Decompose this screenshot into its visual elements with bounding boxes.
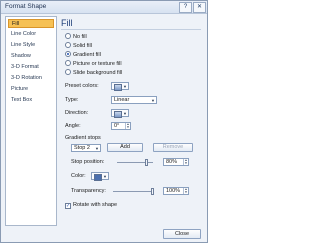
format-shape-dialog: Format Shape ? ✕ Fill Line Color Line St… [0,0,208,243]
angle-label: Angle: [65,123,81,129]
stop-position-value: 80% [166,159,178,165]
remove-stop-button[interactable]: Remove [153,143,193,152]
sidebar-item-picture[interactable]: Picture [8,85,54,94]
gradient-fill-label: Gradient fill [73,52,101,58]
add-stop-button[interactable]: Add [107,143,143,152]
slide-background-fill-label: Slide background fill [73,70,123,76]
spin-arrows-icon[interactable]: ▲ ▼ [125,123,130,129]
direction-swatch-icon [114,111,122,118]
slide-background-fill-radio[interactable]: Slide background fill [65,69,122,76]
type-label: Type: [65,97,79,103]
transparency-slider[interactable] [113,191,153,192]
radio-icon [65,42,71,48]
color-button[interactable]: ▼ [91,172,109,181]
stop-position-thumb[interactable] [144,159,148,166]
chevron-down-icon: ▼ [95,146,99,151]
transparency-thumb[interactable] [151,188,154,195]
angle-value: 0° [114,123,120,129]
sidebar-item-text-box[interactable]: Text Box [8,96,54,105]
solid-fill-radio[interactable]: Solid fill [65,42,92,49]
stop-position-label: Stop position: [71,159,105,165]
help-button[interactable]: ? [179,2,192,13]
rotate-with-shape-label: Rotate with shape [73,202,118,208]
sidebar-item-3d-format[interactable]: 3-D Format [8,63,54,72]
gradient-swatch-icon [114,84,122,91]
transparency-label: Transparency: [71,188,106,194]
stop-position-spinner[interactable]: 80% ▲ ▼ [163,158,189,166]
type-value: Linear [114,97,130,103]
chevron-down-icon: ▼ [151,98,155,103]
angle-spinner[interactable]: 0° ▲ ▼ [111,122,131,130]
radio-icon [65,33,71,39]
stop-select[interactable]: Stop 2 ▼ [71,144,101,152]
heading-divider [61,29,201,30]
radio-icon [65,69,71,75]
close-button[interactable]: Close [163,229,201,239]
fill-panel: Fill No fill Solid fill Gradient fill Pi… [59,16,203,224]
chevron-down-icon: ▼ [123,84,127,89]
picture-texture-fill-label: Picture or texture fill [73,61,122,67]
category-sidebar: Fill Line Color Line Style Shadow 3-D Fo… [5,16,57,226]
color-swatch-icon [94,174,102,181]
transparency-spinner[interactable]: 100% ▲ ▼ [163,187,189,195]
gradient-stops-label: Gradient stops [65,135,101,141]
rotate-with-shape-checkbox[interactable]: ✓ Rotate with shape [65,202,117,209]
no-fill-label: No fill [73,34,87,40]
preset-colors-button[interactable]: ▼ [111,82,129,91]
spin-arrows-icon[interactable]: ▲ ▼ [183,159,188,165]
sidebar-item-line-style[interactable]: Line Style [8,41,54,50]
sidebar-item-shadow[interactable]: Shadow [8,52,54,61]
radio-selected-icon [65,51,71,57]
sidebar-item-3d-rotation[interactable]: 3-D Rotation [8,74,54,83]
direction-button[interactable]: ▼ [111,109,129,118]
preset-colors-label: Preset colors: [65,83,99,89]
panel-heading: Fill [61,18,73,28]
solid-fill-label: Solid fill [73,43,92,49]
stop-value: Stop 2 [74,145,90,151]
type-select[interactable]: Linear ▼ [111,96,157,104]
spin-arrows-icon[interactable]: ▲ ▼ [183,188,188,194]
checkbox-checked-icon: ✓ [65,203,71,209]
chevron-down-icon: ▼ [103,174,107,179]
direction-label: Direction: [65,110,89,116]
no-fill-radio[interactable]: No fill [65,33,87,40]
sidebar-item-line-color[interactable]: Line Color [8,30,54,39]
close-x-button[interactable]: ✕ [193,2,206,13]
gradient-fill-radio[interactable]: Gradient fill [65,51,101,58]
dialog-title: Format Shape [5,3,47,10]
title-bar: Format Shape ? ✕ [1,1,207,14]
chevron-down-icon: ▼ [123,111,127,116]
radio-icon [65,60,71,66]
picture-texture-fill-radio[interactable]: Picture or texture fill [65,60,122,67]
transparency-value: 100% [166,188,181,194]
sidebar-item-fill[interactable]: Fill [8,19,54,28]
color-label: Color: [71,173,86,179]
